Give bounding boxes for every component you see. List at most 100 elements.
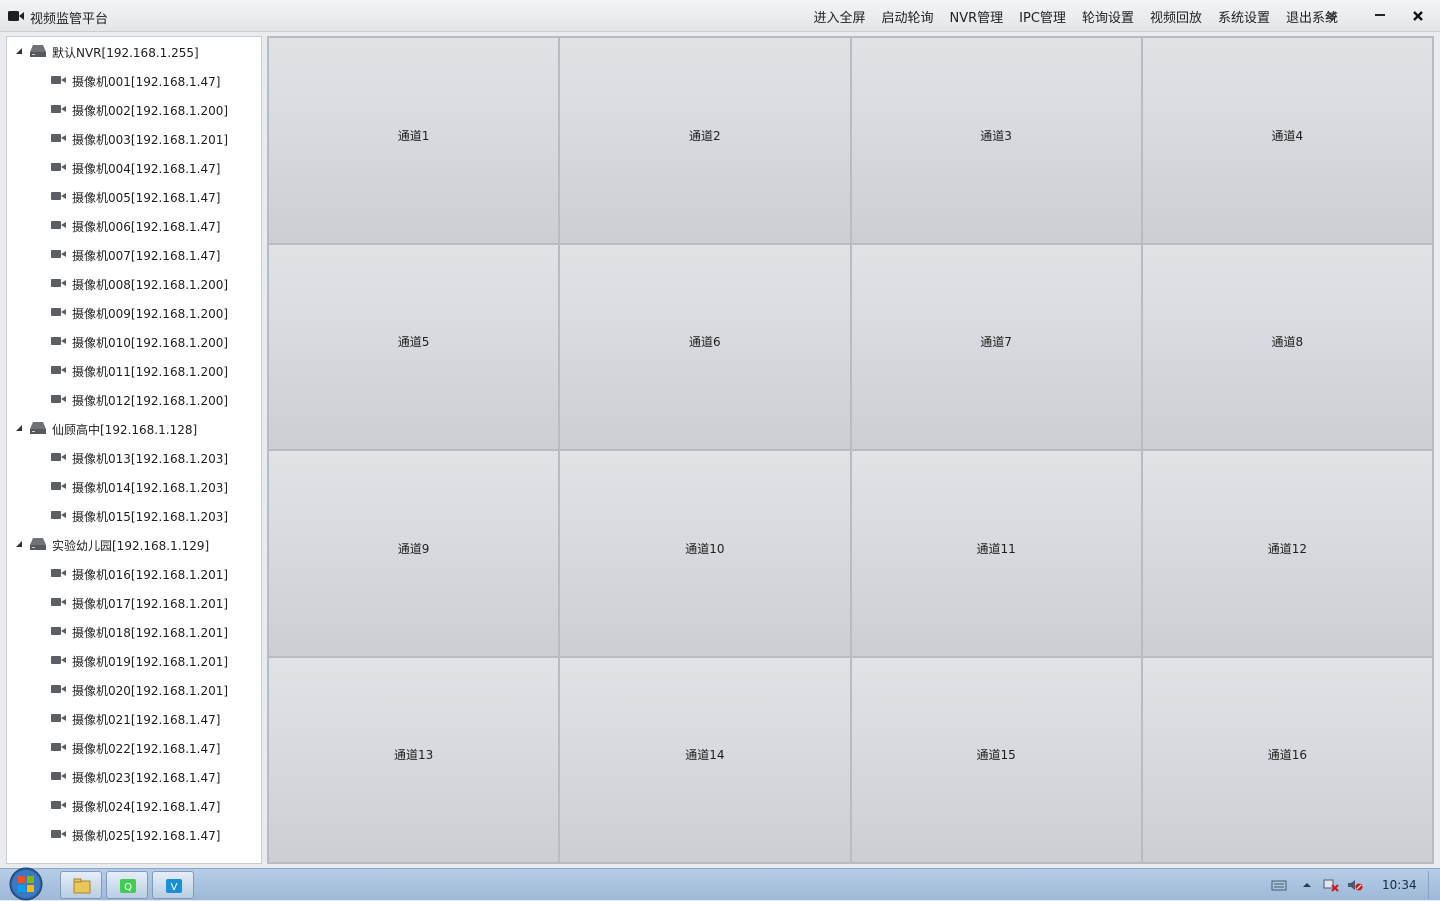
minimize-icon[interactable]	[1370, 6, 1390, 26]
channel-label: 通道15	[976, 748, 1016, 763]
tree-node-label: 摄像机010[192.168.1.200]	[72, 336, 229, 350]
tree-node-label: 实验幼儿园[192.168.1.129]	[52, 539, 210, 553]
channel-label: 通道8	[1271, 335, 1304, 350]
taskbar-clock[interactable]: 10:34	[1382, 878, 1417, 892]
close-icon[interactable]	[1408, 6, 1428, 26]
tree-camera-node[interactable]: 摄像机005[192.168.1.47]	[7, 186, 261, 206]
channel-cell[interactable]: 通道12	[1141, 450, 1433, 657]
v-app-icon: V	[166, 879, 182, 893]
channel-cell[interactable]: 通道13	[268, 656, 560, 863]
expanded-triangle-icon[interactable]	[15, 424, 23, 432]
nvr-device-icon	[30, 538, 46, 550]
camera-icon	[51, 308, 66, 316]
tree-node-label: 摄像机013[192.168.1.203]	[72, 452, 229, 466]
tree-camera-node[interactable]: 摄像机004[192.168.1.47]	[7, 157, 261, 177]
windows-start-icon[interactable]	[6, 867, 46, 901]
tree-node-label: 摄像机020[192.168.1.201]	[72, 684, 229, 698]
menu-system-settings[interactable]: 系统设置	[1210, 7, 1278, 26]
menu-polling-settings[interactable]: 轮询设置	[1074, 7, 1142, 26]
tree-camera-node[interactable]: 摄像机012[192.168.1.200]	[7, 389, 261, 409]
channel-cell[interactable]: 通道7	[850, 243, 1142, 450]
tree-node-label: 摄像机011[192.168.1.200]	[72, 365, 229, 379]
tree-camera-node[interactable]: 摄像机009[192.168.1.200]	[7, 302, 261, 322]
camera-icon	[51, 482, 66, 490]
tree-camera-node[interactable]: 摄像机001[192.168.1.47]	[7, 70, 261, 90]
tree-camera-node[interactable]: 摄像机019[192.168.1.201]	[7, 650, 261, 670]
taskbar-file-explorer[interactable]	[60, 871, 102, 899]
tree-camera-node[interactable]: 摄像机017[192.168.1.201]	[7, 592, 261, 612]
camera-icon	[51, 772, 66, 780]
channel-cell[interactable]: 通道10	[559, 450, 851, 657]
tree-camera-node[interactable]: 摄像机013[192.168.1.203]	[7, 447, 261, 467]
tree-camera-node[interactable]: 摄像机023[192.168.1.47]	[7, 766, 261, 786]
tree-camera-node[interactable]: 摄像机006[192.168.1.47]	[7, 215, 261, 235]
tree-node-label: 默认NVR[192.168.1.255]	[52, 46, 199, 60]
channel-cell[interactable]: 通道16	[1141, 656, 1433, 863]
camera-icon	[51, 337, 66, 345]
channel-cell[interactable]: 通道4	[1141, 37, 1433, 244]
expanded-triangle-icon[interactable]	[15, 540, 23, 548]
tree-camera-node[interactable]: 摄像机008[192.168.1.200]	[7, 273, 261, 293]
menu-fullscreen[interactable]: 进入全屏	[805, 7, 873, 26]
taskbar-qt-creator[interactable]: Q	[106, 871, 148, 899]
channel-label: 通道7	[980, 335, 1012, 350]
tree-camera-node[interactable]: 摄像机007[192.168.1.47]	[7, 244, 261, 264]
tree-camera-node[interactable]: 摄像机020[192.168.1.201]	[7, 679, 261, 699]
tree-camera-node[interactable]: 摄像机022[192.168.1.47]	[7, 737, 261, 757]
channel-cell[interactable]: 通道2	[559, 37, 851, 244]
channel-cell[interactable]: 通道8	[1141, 243, 1433, 450]
channel-cell[interactable]: 通道11	[850, 450, 1142, 657]
camera-icon	[51, 134, 66, 142]
network-error-icon[interactable]	[1323, 878, 1339, 892]
tree-camera-node[interactable]: 摄像机025[192.168.1.47]	[7, 824, 261, 844]
tree-camera-node[interactable]: 摄像机016[192.168.1.201]	[7, 563, 261, 583]
keyboard-icon[interactable]	[1271, 878, 1287, 892]
channel-cell[interactable]: 通道1	[268, 37, 560, 244]
tree-camera-node[interactable]: 摄像机014[192.168.1.203]	[7, 476, 261, 496]
tree-nvr-node[interactable]: 默认NVR[192.168.1.255]	[7, 41, 261, 61]
channel-label: 通道10	[685, 541, 725, 556]
channel-label: 通道14	[685, 748, 725, 763]
video-camera-icon	[8, 11, 24, 21]
channel-cell[interactable]: 通道3	[850, 37, 1142, 244]
channel-cell[interactable]: 通道5	[268, 243, 560, 450]
show-hidden-icons-arrow[interactable]	[1299, 878, 1315, 892]
tree-node-label: 摄像机005[192.168.1.47]	[72, 191, 221, 205]
tree-node-label: 摄像机007[192.168.1.47]	[72, 249, 221, 263]
channel-label: 通道2	[689, 128, 721, 143]
tree-node-label: 摄像机016[192.168.1.201]	[72, 568, 229, 582]
svg-text:V: V	[171, 882, 178, 893]
tree-camera-node[interactable]: 摄像机021[192.168.1.47]	[7, 708, 261, 728]
tree-nvr-node[interactable]: 实验幼儿园[192.168.1.129]	[7, 534, 261, 554]
taskbar: Q V 10:34	[0, 867, 1440, 901]
tree-node-label: 摄像机004[192.168.1.47]	[72, 162, 221, 176]
tree-camera-node[interactable]: 摄像机002[192.168.1.200]	[7, 99, 261, 119]
show-desktop-button[interactable]	[1428, 871, 1439, 899]
tree-camera-node[interactable]: 摄像机010[192.168.1.200]	[7, 331, 261, 351]
menu-nvr-management[interactable]: NVR管理	[942, 7, 1012, 26]
svg-text:Q: Q	[124, 882, 132, 893]
menu-video-playback[interactable]: 视频回放	[1142, 7, 1210, 26]
camera-icon	[51, 366, 66, 374]
volume-muted-icon[interactable]	[1347, 878, 1363, 892]
double-chevron-down-icon[interactable]	[1322, 6, 1342, 26]
tree-node-label: 摄像机009[192.168.1.200]	[72, 307, 229, 321]
tree-camera-node[interactable]: 摄像机015[192.168.1.203]	[7, 505, 261, 525]
tree-node-label: 摄像机022[192.168.1.47]	[72, 742, 221, 756]
menu-start-polling[interactable]: 启动轮询	[874, 7, 942, 26]
channel-cell[interactable]: 通道9	[268, 450, 560, 657]
tree-nvr-node[interactable]: 仙顾高中[192.168.1.128]	[7, 418, 261, 438]
tree-camera-node[interactable]: 摄像机011[192.168.1.200]	[7, 360, 261, 380]
channel-cell[interactable]: 通道15	[850, 656, 1142, 863]
menu-ipc-management[interactable]: IPC管理	[1011, 7, 1074, 26]
channel-cell[interactable]: 通道6	[559, 243, 851, 450]
tree-camera-node[interactable]: 摄像机018[192.168.1.201]	[7, 621, 261, 641]
tree-camera-node[interactable]: 摄像机024[192.168.1.47]	[7, 795, 261, 815]
tree-node-label: 摄像机006[192.168.1.47]	[72, 220, 221, 234]
taskbar-v-app[interactable]: V	[152, 871, 194, 899]
camera-icon	[51, 105, 66, 113]
channel-cell[interactable]: 通道14	[559, 656, 851, 863]
tree-camera-node[interactable]: 摄像机003[192.168.1.201]	[7, 128, 261, 148]
expanded-triangle-icon[interactable]	[15, 47, 23, 55]
camera-icon	[51, 250, 66, 258]
